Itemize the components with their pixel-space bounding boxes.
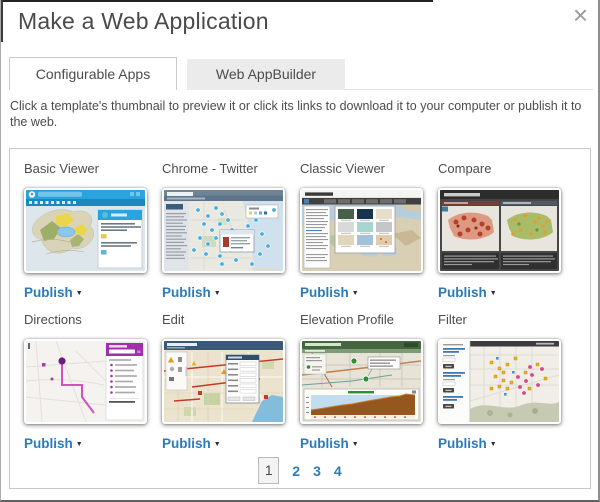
basic-viewer-thumbnail-art (26, 190, 145, 271)
template-card-edit: Edit (162, 306, 300, 453)
template-card-chrome-twitter: Chrome - Twitter (162, 155, 300, 302)
template-card-elevation-profile: Elevation Profile (300, 306, 438, 453)
template-grid: Basic Viewer (24, 155, 576, 453)
tab-web-appbuilder[interactable]: Web AppBuilder (187, 59, 345, 90)
page-1-current[interactable]: 1 (258, 457, 279, 484)
directions-thumbnail-art (26, 341, 145, 422)
page-4-link[interactable]: 4 (334, 463, 342, 479)
thumbnail-classic-viewer[interactable] (300, 188, 423, 273)
dialog-title: Make a Web Application (18, 8, 269, 35)
page-2-link[interactable]: 2 (292, 463, 300, 479)
publish-link[interactable]: Publish▼ (438, 436, 497, 451)
publish-link[interactable]: Publish▼ (24, 436, 83, 451)
thumbnail-elevation-profile[interactable] (300, 339, 423, 424)
template-title: Basic Viewer (24, 161, 162, 177)
template-gallery: Basic Viewer (9, 148, 591, 489)
publish-link[interactable]: Publish▼ (300, 436, 359, 451)
template-card-classic-viewer: Classic Viewer (300, 155, 438, 302)
caret-down-icon: ▼ (76, 290, 83, 297)
thumbnail-directions[interactable] (24, 339, 147, 424)
caret-down-icon: ▼ (490, 290, 497, 297)
publish-link[interactable]: Publish▼ (300, 285, 359, 300)
tab-label: Configurable Apps (36, 66, 150, 82)
filter-thumbnail-art (440, 341, 559, 422)
page-3-link[interactable]: 3 (313, 463, 321, 479)
template-title: Classic Viewer (300, 161, 438, 177)
template-card-directions: Directions (24, 306, 162, 453)
caret-down-icon: ▼ (352, 290, 359, 297)
template-title: Edit (162, 312, 300, 328)
template-card-compare: Compare (438, 155, 576, 302)
caret-down-icon: ▼ (490, 441, 497, 448)
top-edge-line (1, 0, 433, 2)
caret-down-icon: ▼ (214, 290, 221, 297)
elevation-profile-thumbnail-art (302, 341, 421, 422)
compare-thumbnail-art (440, 190, 559, 271)
classic-viewer-thumbnail-art (302, 190, 421, 271)
tab-label: Web AppBuilder (216, 66, 316, 82)
publish-link[interactable]: Publish▼ (24, 285, 83, 300)
template-title: Filter (438, 312, 576, 328)
template-title: Directions (24, 312, 162, 328)
template-title: Chrome - Twitter (162, 161, 300, 177)
publish-link[interactable]: Publish▼ (162, 285, 221, 300)
template-card-basic-viewer: Basic Viewer (24, 155, 162, 302)
tab-bar: Configurable Apps Web AppBuilder (9, 57, 593, 90)
left-edge-line (1, 0, 3, 42)
instructions-text: Click a template's thumbnail to preview … (10, 98, 588, 130)
thumbnail-filter[interactable] (438, 339, 561, 424)
close-icon[interactable]: × (573, 2, 588, 28)
template-card-filter: Filter (438, 306, 576, 453)
thumbnail-edit[interactable] (162, 339, 285, 424)
caret-down-icon: ▼ (76, 441, 83, 448)
caret-down-icon: ▼ (214, 441, 221, 448)
edit-thumbnail-art (164, 341, 283, 422)
tab-configurable-apps[interactable]: Configurable Apps (9, 57, 177, 90)
chrome-twitter-thumbnail-art (164, 190, 283, 271)
make-web-application-dialog: Make a Web Application × Configurable Ap… (0, 0, 600, 502)
publish-link[interactable]: Publish▼ (438, 285, 497, 300)
tab-bar-divider (345, 59, 593, 90)
template-title: Compare (438, 161, 576, 177)
template-title: Elevation Profile (300, 312, 438, 328)
caret-down-icon: ▼ (352, 441, 359, 448)
thumbnail-chrome-twitter[interactable] (162, 188, 285, 273)
pagination: 1 2 3 4 (10, 457, 590, 484)
thumbnail-compare[interactable] (438, 188, 561, 273)
thumbnail-basic-viewer[interactable] (24, 188, 147, 273)
publish-link[interactable]: Publish▼ (162, 436, 221, 451)
